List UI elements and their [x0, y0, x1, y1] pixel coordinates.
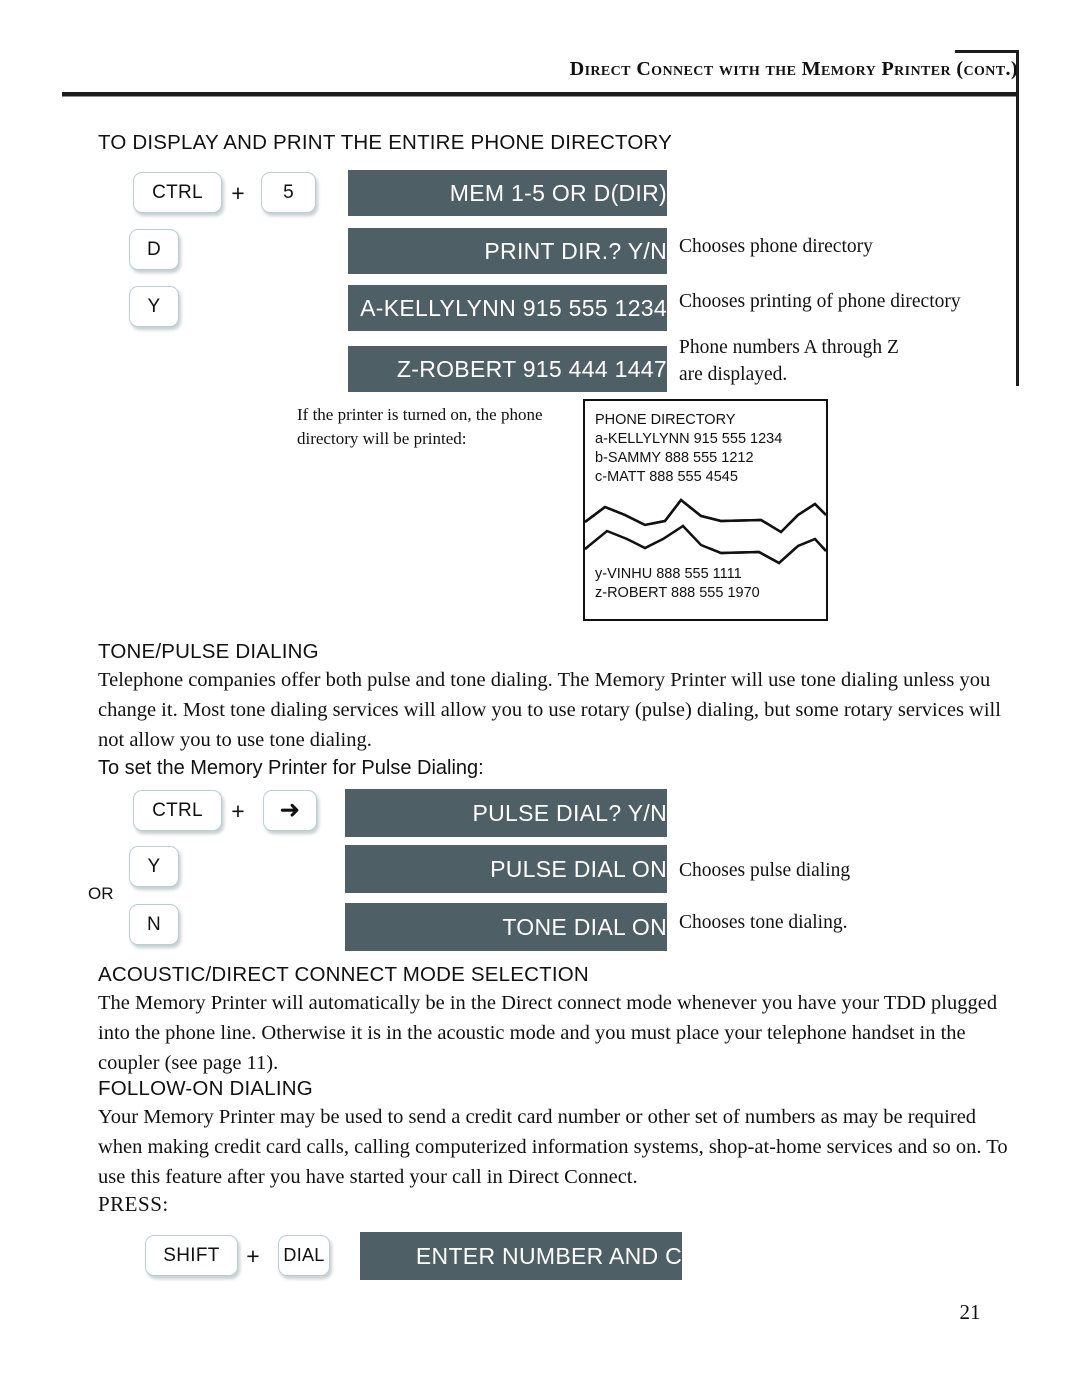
paragraph-tone-pulse: Telephone companies offer both pulse and… — [98, 669, 1001, 751]
key-shift-follow-on[interactable]: SHIFT — [145, 1235, 238, 1276]
heading-follow-on-dialing: FOLLOW-ON DIALING — [98, 1077, 313, 1100]
right-arrow-icon: ➜ — [279, 796, 301, 824]
key-ctrl-directory[interactable]: CTRL — [133, 172, 222, 213]
right-margin-rule — [1016, 50, 1019, 386]
display-print-dir-yn: PRINT DIR.? Y/N — [348, 228, 667, 274]
key-separator-plus-follow-on: + — [246, 1243, 260, 1269]
caption-chooses-pulse-dialing: Chooses pulse dialing — [679, 860, 851, 881]
key-5-directory[interactable]: 5 — [261, 172, 316, 213]
display-text: TONE DIAL ON — [502, 913, 667, 940]
display-enter-number-and-c: ENTER NUMBER AND C — [360, 1232, 682, 1280]
subheading-set-pulse-dialing: To set the Memory Printer for Pulse Dial… — [98, 757, 484, 779]
label-or: OR — [88, 884, 114, 903]
display-text: Z-ROBERT 915 444 1447 — [396, 355, 667, 382]
caption-chooses-tone-dialing: Chooses tone dialing. — [679, 912, 848, 933]
heading-acoustic-direct-connect: ACOUSTIC/DIRECT CONNECT MODE SELECTION — [98, 963, 589, 986]
display-text: ENTER NUMBER AND C — [415, 1242, 682, 1269]
paragraph-acoustic: The Memory Printer will automatically be… — [98, 992, 998, 1074]
display-text: PULSE DIAL? Y/N — [472, 799, 667, 826]
printout-bottom-lines: y-VINHU 888 555 1111 z-ROBERT 888 555 19… — [595, 566, 760, 601]
display-z-robert: Z-ROBERT 915 444 1447 — [348, 346, 667, 392]
header-rule — [62, 92, 1019, 97]
display-a-kellylynn: A-KELLYLYNN 915 555 1234 — [348, 285, 667, 331]
display-tone-dial-on: TONE DIAL ON — [345, 903, 667, 951]
paragraph-follow-on: Your Memory Printer may be used to send … — [98, 1106, 1008, 1188]
label-press: PRESS: — [98, 1192, 169, 1216]
display-text: PULSE DIAL ON — [490, 855, 667, 882]
display-pulse-dial-yn: PULSE DIAL? Y/N — [345, 789, 667, 837]
display-mem-1-5-or-ddir: MEM 1-5 OR D(DIR) — [348, 170, 667, 216]
key-separator-plus-pulse: + — [231, 798, 245, 824]
heading-tone-pulse-dialing: TONE/PULSE DIALING — [98, 640, 319, 663]
key-y-pulse[interactable]: Y — [129, 846, 179, 887]
note-printer-turned-on: If the printer is turned on, the phone d… — [297, 405, 543, 448]
printout-illustration: PHONE DIRECTORY a-KELLYLYNN 915 555 1234… — [583, 399, 828, 621]
key-separator-plus-directory: + — [231, 180, 245, 206]
caption-chooses-printing-directory: Chooses printing of phone directory — [679, 291, 961, 312]
key-y-directory[interactable]: Y — [129, 286, 179, 327]
key-d-directory[interactable]: D — [129, 229, 179, 270]
key-n-pulse[interactable]: N — [129, 904, 179, 945]
heading-display-print-directory: TO DISPLAY AND PRINT THE ENTIRE PHONE DI… — [98, 131, 673, 154]
caption-phone-numbers-a-through-z: Phone numbers A through Z are displayed. — [679, 337, 899, 385]
page-running-header: Direct Connect with the Memory Printer (… — [569, 58, 1018, 80]
display-text: MEM 1-5 OR D(DIR) — [449, 179, 667, 206]
display-pulse-dial-on: PULSE DIAL ON — [345, 845, 667, 893]
display-text: A-KELLYLYNN 915 555 1234 — [360, 294, 667, 321]
header-tick-rule — [955, 50, 1019, 53]
caption-chooses-phone-directory: Chooses phone directory — [679, 236, 873, 257]
page-number: 21 — [959, 1300, 981, 1324]
key-right-arrow-pulse[interactable]: ➜ — [263, 790, 317, 831]
key-ctrl-pulse[interactable]: CTRL — [133, 790, 222, 831]
display-text: PRINT DIR.? Y/N — [484, 237, 667, 264]
key-dial-follow-on[interactable]: DIAL — [278, 1235, 330, 1276]
printout-top-lines: PHONE DIRECTORY a-KELLYLYNN 915 555 1234… — [595, 412, 783, 485]
